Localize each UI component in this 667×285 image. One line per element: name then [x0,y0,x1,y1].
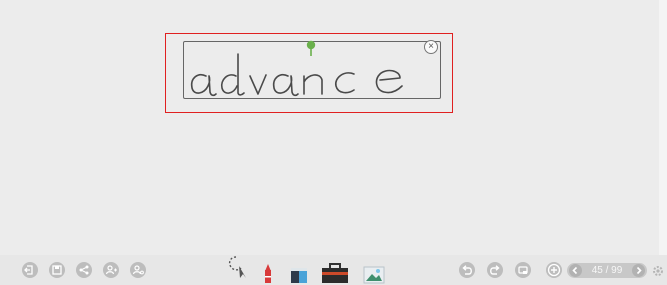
add-page-button[interactable] [546,262,562,278]
undo-icon [462,265,472,275]
screen-button[interactable] [515,262,531,278]
screen-icon [518,266,528,274]
prev-page-button[interactable] [569,264,582,277]
chevron-right-icon [636,266,642,275]
next-page-button[interactable] [632,264,645,277]
page-navigator: 45 / 99 [567,263,647,278]
chevron-left-icon [572,266,578,275]
rotate-pin-icon[interactable] [304,40,318,58]
redo-icon [490,265,500,275]
share-icon [79,265,89,275]
add-page-icon [547,263,561,277]
page-counter: 45 / 99 [591,265,623,276]
marker-icon[interactable] [262,262,274,284]
lasso-select-icon[interactable] [226,254,250,280]
share-button[interactable] [76,262,92,278]
save-icon [52,265,62,275]
redo-button[interactable] [487,262,503,278]
add-user-button[interactable] [103,262,119,278]
exit-button[interactable] [22,262,38,278]
image-icon[interactable] [362,264,386,284]
undo-button[interactable] [459,262,475,278]
canvas-edge [659,0,667,255]
user-settings-button[interactable] [130,262,146,278]
user-settings-icon [132,265,144,275]
exit-icon [24,265,33,275]
eraser-icon[interactable] [289,266,309,284]
close-icon[interactable]: × [424,40,438,54]
save-button[interactable] [49,262,65,278]
add-user-icon [105,265,117,275]
settings-gear-icon[interactable] [651,264,665,278]
toolbox-icon[interactable] [320,263,350,284]
